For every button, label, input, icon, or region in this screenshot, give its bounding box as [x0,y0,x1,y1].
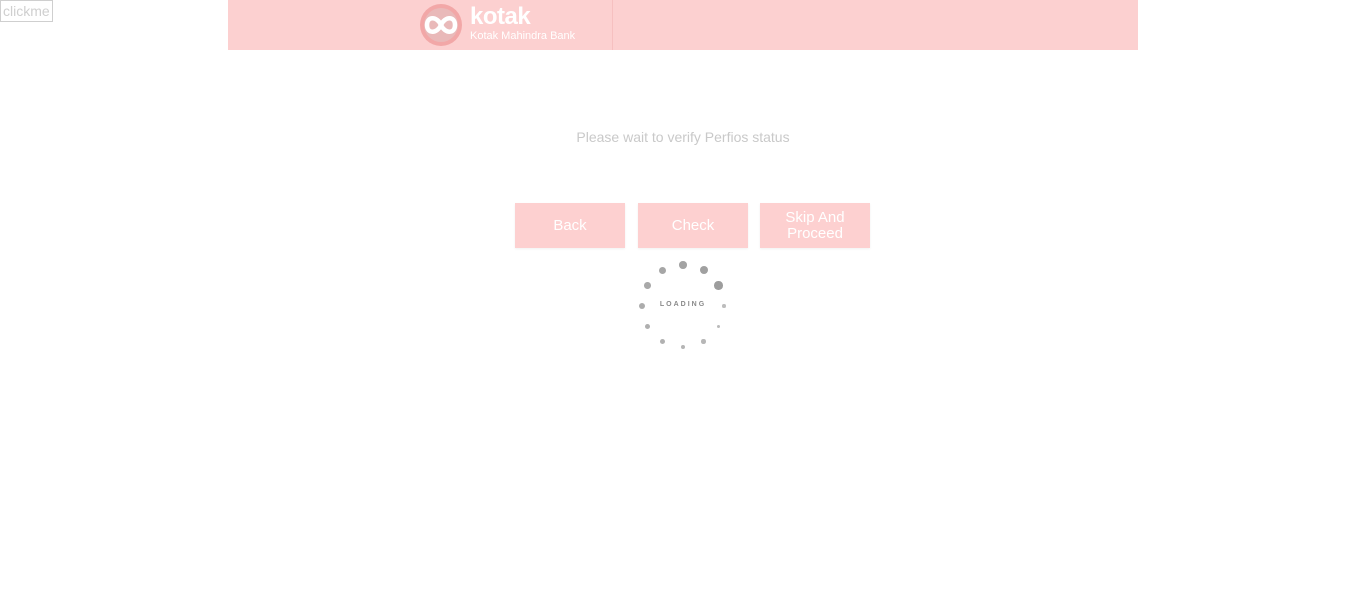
brand-subtitle: Kotak Mahindra Bank [470,30,576,42]
check-button[interactable]: Check [638,203,748,248]
spinner-dot [701,339,706,344]
loading-label: LOADING [659,301,707,308]
brand-name: kotak [470,3,531,30]
spinner-dot [680,344,686,350]
spinner-dot [722,304,726,308]
clickme-link[interactable]: clickme [0,0,53,22]
spinner-dot [658,266,667,275]
header-divider [612,0,613,50]
kotak-logo[interactable]: kotak Kotak Mahindra Bank [418,3,588,47]
spinner-dot [638,302,646,310]
back-button[interactable]: Back [515,203,625,248]
status-message: Please wait to verify Perfios status [576,129,790,145]
spinner-icon: LOADING [633,256,733,356]
spinner-dot [644,323,651,330]
spinner-dot [716,324,721,329]
skip-and-proceed-button[interactable]: Skip And Proceed [760,203,870,248]
spinner-dot [679,261,687,269]
app-header: kotak Kotak Mahindra Bank [228,0,1138,50]
infinity-logo-icon [420,4,462,46]
spinner-dot [714,281,723,290]
spinner-dot [699,266,708,275]
spinner-dot [659,338,666,345]
spinner-dot [644,282,651,289]
